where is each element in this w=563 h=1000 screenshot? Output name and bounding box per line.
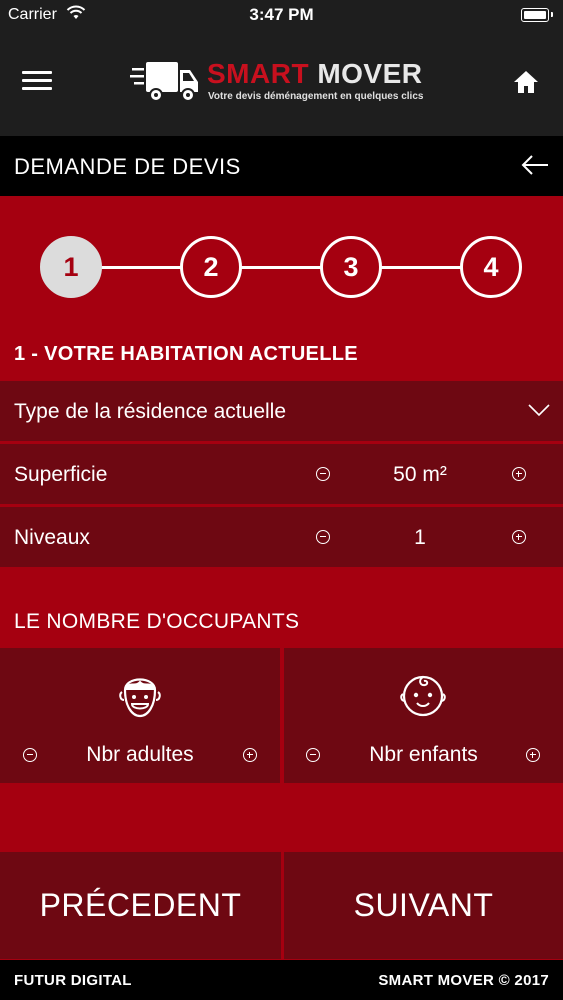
niveaux-stepper: Niveaux 1	[0, 507, 563, 567]
niveaux-value: 1	[414, 526, 426, 549]
step-3[interactable]: 3	[320, 236, 382, 298]
niveaux-increment-button[interactable]	[512, 530, 526, 544]
menu-button[interactable]	[22, 69, 52, 93]
step-connector	[100, 266, 182, 269]
step-4[interactable]: 4	[460, 236, 522, 298]
footer-company: FUTUR DIGITAL	[14, 972, 132, 989]
children-panel: Nbr enfants	[284, 648, 563, 783]
truck-icon	[130, 62, 198, 102]
back-button[interactable]	[520, 153, 550, 177]
residence-type-select[interactable]: Type de la résidence actuelle	[0, 381, 563, 441]
adults-panel: Nbr adultes	[0, 648, 280, 783]
superficie-increment-button[interactable]	[512, 467, 526, 481]
footer: FUTUR DIGITAL SMART MOVER © 2017	[0, 960, 563, 1000]
status-bar: Carrier 3:47 PM	[0, 0, 563, 30]
brand-tagline: Votre devis déménagement en quelques cli…	[208, 91, 424, 102]
app-logo: SMART MOVER Votre devis déménagement en …	[130, 56, 440, 108]
step-2[interactable]: 2	[180, 236, 242, 298]
battery-icon	[521, 8, 553, 22]
section-title-occupants: LE NOMBRE D'OCCUPANTS	[14, 610, 300, 633]
superficie-stepper: Superficie 50 m²	[0, 444, 563, 504]
adults-label: Nbr adultes	[86, 743, 194, 766]
niveaux-label: Niveaux	[14, 526, 90, 549]
footer-copyright: SMART MOVER © 2017	[378, 972, 549, 989]
adults-increment-button[interactable]	[243, 748, 257, 762]
progress-stepper: 1 2 3 4	[0, 196, 563, 336]
baby-face-icon	[400, 675, 446, 717]
hamburger-icon	[22, 71, 52, 74]
superficie-value: 50 m²	[393, 463, 447, 486]
brand-mover: MOVER	[309, 58, 423, 89]
residence-type-label: Type de la résidence actuelle	[14, 400, 287, 423]
page-title: DEMANDE DE DEVIS	[14, 154, 241, 179]
adult-face-icon	[119, 678, 161, 718]
brand-name: SMART MOVER	[207, 58, 423, 90]
chevron-down-icon	[528, 404, 550, 417]
children-label: Nbr enfants	[369, 743, 478, 766]
superficie-label: Superficie	[14, 463, 108, 486]
niveaux-decrement-button[interactable]	[316, 530, 330, 544]
superficie-decrement-button[interactable]	[316, 467, 330, 481]
home-icon	[514, 71, 538, 93]
next-button[interactable]: SUIVANT	[284, 852, 563, 959]
title-bar: DEMANDE DE DEVIS	[0, 136, 563, 196]
previous-button[interactable]: PRÉCEDENT	[0, 852, 281, 959]
brand-smart: SMART	[207, 58, 310, 89]
step-connector	[240, 266, 322, 269]
section-title-habitation: 1 - VOTRE HABITATION ACTUELLE	[14, 343, 358, 365]
children-increment-button[interactable]	[526, 748, 540, 762]
step-connector	[380, 266, 462, 269]
app-header: Carrier 3:47 PM SMART MOVER Votre devis …	[0, 0, 563, 136]
clock: 3:47 PM	[249, 5, 314, 24]
step-1[interactable]: 1	[40, 236, 102, 298]
home-button[interactable]	[512, 69, 540, 95]
arrow-left-icon	[521, 155, 548, 175]
